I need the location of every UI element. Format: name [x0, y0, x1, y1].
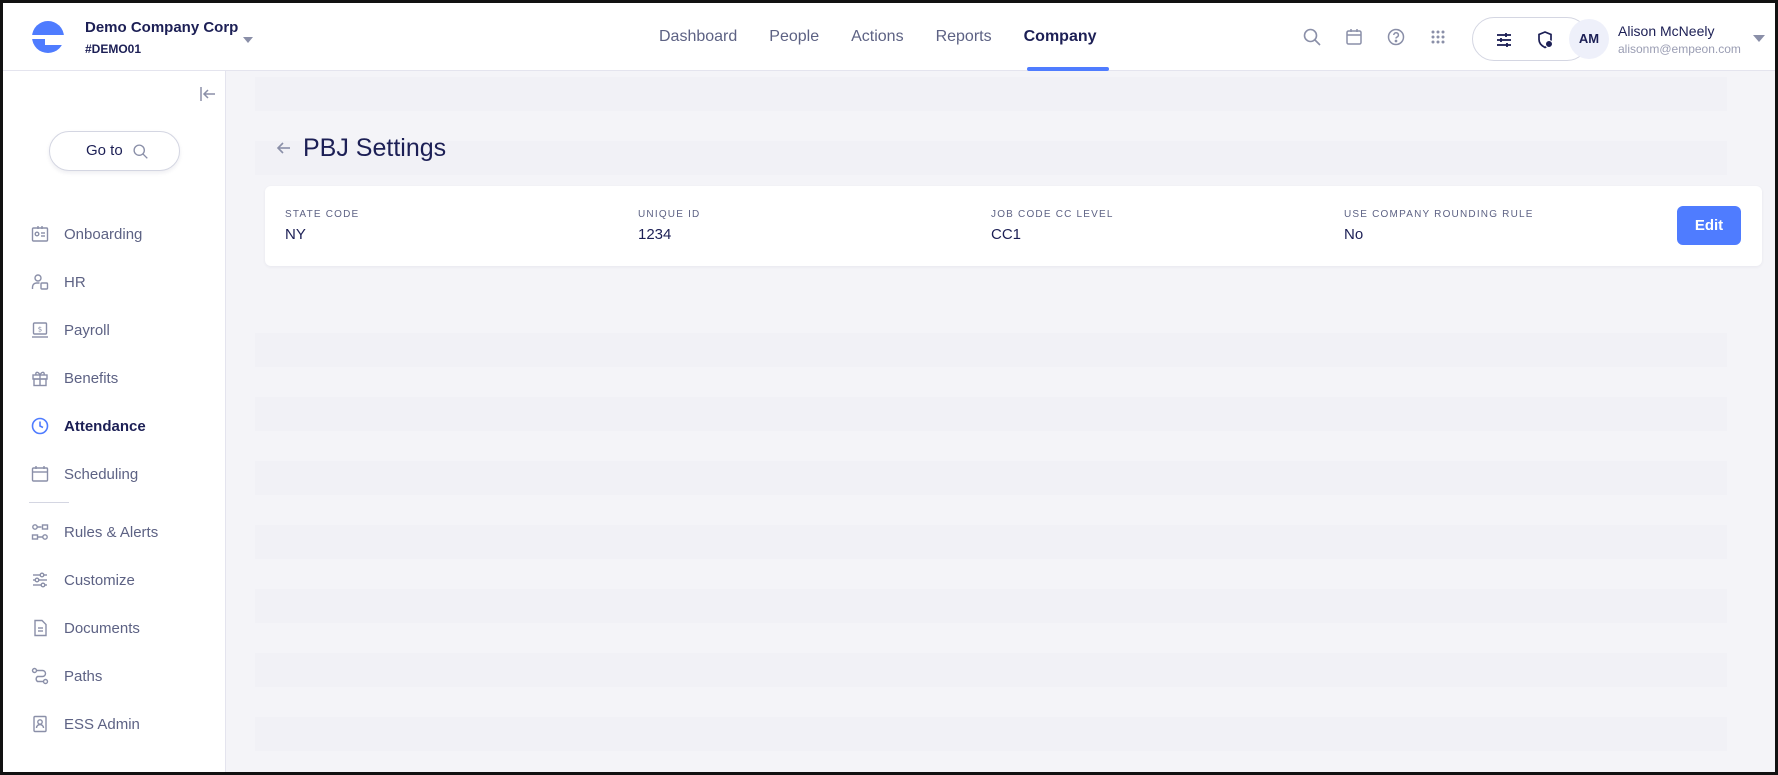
background-stripe: [255, 589, 1727, 623]
svg-text:$: $: [38, 326, 42, 334]
gift-icon: [32, 371, 48, 387]
go-to-label: Go to: [86, 142, 123, 159]
nav-dashboard[interactable]: Dashboard: [643, 3, 753, 71]
edit-button[interactable]: Edit: [1677, 206, 1741, 245]
sidebar-item-onboarding[interactable]: Onboarding: [30, 222, 142, 246]
field-value: NY: [285, 226, 306, 243]
chevron-down-icon[interactable]: [1753, 35, 1765, 42]
user-name: Alison McNeely: [1618, 23, 1715, 39]
field-value: 1234: [638, 226, 672, 243]
top-bar: Demo Company Corp #DEMO01 Dashboard Peop…: [3, 3, 1775, 71]
paths-icon: [31, 667, 49, 685]
main-content: PBJ Settings STATE CODE NY UNIQUE ID 123…: [227, 71, 1775, 772]
field-job-code-cc-level: JOB CODE CC LEVEL CC1: [991, 209, 1114, 243]
search-icon: [133, 144, 148, 159]
badge-icon: [33, 715, 47, 733]
main-nav: Dashboard People Actions Reports Company: [643, 3, 1113, 71]
sidebar-item-label: Rules & Alerts: [64, 523, 159, 541]
sidebar-item-attendance[interactable]: Attendance: [30, 414, 146, 438]
nav-actions[interactable]: Actions: [835, 3, 919, 71]
field-label: USE COMPANY ROUNDING RULE: [1344, 209, 1534, 220]
sidebar-item-label: Paths: [64, 667, 103, 685]
sidebar-item-paths[interactable]: Paths: [30, 664, 102, 688]
background-stripe: [255, 717, 1727, 751]
sidebar-item-rules-alerts[interactable]: Rules & Alerts: [30, 520, 158, 544]
background-stripe: [255, 333, 1727, 367]
sidebar-item-label: Customize: [64, 571, 135, 589]
sidebar-item-label: ESS Admin: [64, 715, 140, 733]
sidebar-item-hr[interactable]: HR: [30, 270, 86, 294]
field-value: CC1: [991, 226, 1022, 243]
user-email: alisonm@empeon.com: [1618, 42, 1741, 56]
rules-icon: [31, 524, 49, 540]
sidebar-item-customize[interactable]: Customize: [30, 568, 135, 592]
search-icon[interactable]: [1302, 27, 1322, 47]
company-switcher[interactable]: Demo Company Corp #DEMO01: [85, 19, 238, 56]
field-label: JOB CODE CC LEVEL: [991, 209, 1114, 220]
nav-company[interactable]: Company: [1008, 3, 1113, 71]
sliders-icon[interactable]: [1494, 30, 1514, 50]
sidebar: Go to Onboarding HR $ Payroll Benefits A…: [3, 71, 226, 772]
pbj-settings-card: STATE CODE NY UNIQUE ID 1234 JOB CODE CC…: [265, 186, 1762, 266]
app-window: Demo Company Corp #DEMO01 Dashboard Peop…: [0, 0, 1778, 775]
background-stripe: [255, 77, 1727, 111]
go-to-button[interactable]: Go to: [49, 131, 180, 171]
background-stripe: [255, 653, 1727, 687]
sliders-icon: [33, 572, 47, 588]
background-stripe: [255, 461, 1727, 495]
sidebar-item-label: Payroll: [64, 321, 110, 339]
help-icon[interactable]: [1386, 27, 1406, 47]
field-value: No: [1344, 226, 1364, 243]
sidebar-item-label: Attendance: [64, 417, 146, 435]
sidebar-item-payroll[interactable]: $ Payroll: [30, 318, 110, 342]
collapse-sidebar-icon[interactable]: [199, 85, 217, 103]
field-unique-id: UNIQUE ID 1234: [638, 209, 700, 243]
back-arrow-icon[interactable]: [275, 139, 293, 157]
company-name: Demo Company Corp: [85, 19, 239, 36]
payroll-icon: $: [32, 322, 48, 338]
background-stripe: [255, 141, 1727, 175]
page-title: PBJ Settings: [303, 134, 447, 162]
sidebar-item-ess-admin[interactable]: ESS Admin: [30, 712, 140, 736]
sidebar-item-documents[interactable]: Documents: [30, 616, 140, 640]
empeon-logo: [31, 21, 65, 53]
document-icon: [34, 619, 47, 637]
calendar-icon: [31, 466, 49, 482]
apps-grid-icon[interactable]: [1428, 27, 1448, 47]
sidebar-item-label: Documents: [64, 619, 140, 637]
nav-people[interactable]: People: [753, 3, 835, 71]
hr-icon: [31, 274, 49, 290]
background-stripe: [255, 397, 1727, 431]
field-label: STATE CODE: [285, 209, 360, 220]
nav-reports[interactable]: Reports: [920, 3, 1008, 71]
clock-icon: [31, 417, 49, 435]
sidebar-item-label: Benefits: [64, 369, 119, 387]
onboarding-icon: [31, 226, 49, 242]
field-use-company-rounding-rule: USE COMPANY ROUNDING RULE No: [1344, 209, 1534, 243]
field-state-code: STATE CODE NY: [285, 209, 359, 243]
shield-clock-icon[interactable]: [1535, 30, 1555, 50]
background-stripe: [255, 525, 1727, 559]
user-menu[interactable]: Alison McNeely alisonm@empeon.com: [1618, 23, 1741, 56]
sidebar-item-label: Scheduling: [64, 465, 139, 483]
field-label: UNIQUE ID: [638, 209, 701, 220]
calendar-icon[interactable]: [1344, 27, 1364, 47]
sidebar-item-label: Onboarding: [64, 225, 143, 243]
chevron-down-icon[interactable]: [243, 37, 253, 43]
sidebar-item-label: HR: [64, 273, 86, 291]
sidebar-divider: [29, 502, 69, 503]
sidebar-item-benefits[interactable]: Benefits: [30, 366, 118, 390]
company-code: #DEMO01: [85, 42, 142, 56]
avatar[interactable]: AM: [1569, 19, 1609, 59]
sidebar-item-scheduling[interactable]: Scheduling: [30, 462, 138, 486]
